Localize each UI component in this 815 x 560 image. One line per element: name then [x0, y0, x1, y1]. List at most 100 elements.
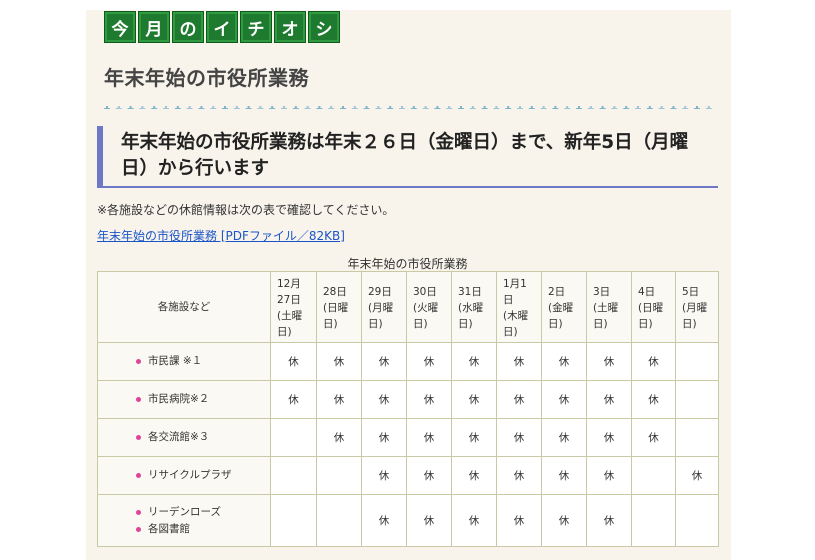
divider-sparkle-icon	[375, 106, 382, 109]
facility-name: リーデンローズ	[148, 505, 221, 518]
bullet-icon	[136, 473, 141, 478]
divider-sparkle-icon	[245, 106, 252, 109]
bullet-icon	[136, 359, 141, 364]
date-header-line: 5日	[682, 286, 700, 298]
closure-cell: 休	[361, 494, 407, 547]
headline-line-2: 日）から行います	[121, 158, 270, 179]
date-column-header: 29日 (月曜 日)	[361, 271, 407, 343]
facility-name: 各交流館※３	[148, 431, 210, 443]
divider-sparkle-icon	[481, 106, 488, 109]
divider-sparkle-icon	[705, 106, 712, 109]
divider-sparkle-icon	[233, 106, 240, 109]
closure-cell: 休	[496, 380, 542, 419]
bullet-icon	[136, 397, 141, 402]
date-header-line: 日)	[503, 326, 518, 338]
date-header-line: 日)	[277, 326, 292, 338]
closure-cell	[631, 494, 676, 547]
divider-sparkle-icon	[174, 106, 181, 109]
date-header-line: (水曜	[458, 302, 484, 314]
divider-sparkle-icon	[505, 106, 512, 109]
closure-cell: 休	[361, 456, 407, 495]
date-header-line: 2日	[548, 286, 566, 298]
closure-cell: 休	[451, 494, 497, 547]
closure-cell: 休	[496, 494, 542, 547]
facility-name: 市民病院※２	[148, 393, 210, 405]
banner-tile: 今	[104, 11, 136, 43]
closure-cell	[270, 494, 317, 547]
date-column-header: 3日 (土曜 日)	[586, 271, 632, 343]
date-column-header: 12月 27日 (土曜 日)	[270, 271, 317, 343]
closure-cell: 休	[675, 456, 719, 495]
divider-sparkle-icon	[694, 106, 700, 109]
facility-item: 市民病院※２	[136, 391, 269, 408]
divider-sparkle-icon	[399, 106, 405, 109]
date-header-line: 日)	[413, 318, 428, 330]
section-title: 年末年始の市役所業務	[104, 66, 309, 90]
banner-tile: チ	[240, 11, 272, 43]
date-header-line: (日曜	[323, 302, 349, 314]
decorative-divider	[103, 99, 719, 109]
facility-cell: リサイクルプラザ	[97, 456, 271, 495]
closure-cell: 休	[631, 342, 676, 381]
facility-name: 市民課 ※１	[148, 355, 203, 367]
closure-cell	[675, 380, 719, 419]
divider-sparkle-icon	[304, 106, 311, 109]
closure-cell: 休	[406, 456, 452, 495]
closure-cell: 休	[586, 342, 632, 381]
date-header-line: (月曜	[368, 302, 394, 314]
divider-sparkle-icon	[257, 106, 264, 109]
date-column-header: 4日 (日曜 日)	[631, 271, 676, 343]
divider-sparkle-icon	[458, 106, 464, 109]
date-header-line: 日)	[323, 318, 338, 330]
bullet-icon	[136, 435, 141, 440]
closure-cell: 休	[496, 342, 542, 381]
closure-cell: 休	[541, 494, 587, 547]
date-header-line: 4日	[638, 286, 656, 298]
divider-sparkle-icon	[446, 106, 453, 109]
closure-cell: 休	[316, 380, 362, 419]
divider-sparkle-icon	[528, 106, 535, 109]
date-header-line: 1月1	[503, 278, 527, 290]
closure-cell	[316, 456, 362, 495]
closure-cell: 休	[316, 418, 362, 457]
facility-item: リサイクルプラザ	[136, 467, 269, 484]
date-header-line: (日曜	[638, 302, 664, 314]
headline: 年末年始の市役所業務は年末２６日（金曜日）まで、新年5日（月曜 日）から行います	[97, 126, 718, 188]
date-column-header: 28日 (日曜 日)	[316, 271, 362, 343]
facility-cell: 各交流館※３	[97, 418, 271, 457]
closure-cell	[675, 418, 719, 457]
divider-sparkle-icon	[328, 106, 335, 109]
divider-sparkle-icon	[363, 106, 370, 109]
divider-sparkle-icon	[646, 106, 653, 109]
divider-sparkle-icon	[670, 106, 677, 109]
facility-cell: 市民課 ※１	[97, 342, 271, 381]
pdf-download-link[interactable]: 年末年始の市役所業務 [PDFファイル／82KB]	[97, 227, 345, 244]
date-header-line: (木曜	[503, 310, 529, 322]
banner-tile: イ	[206, 11, 238, 43]
date-column-header: 5日 (月曜 日)	[675, 271, 719, 343]
facility-item: 各図書館	[136, 521, 269, 538]
closure-cell: 休	[361, 418, 407, 457]
closure-cell: 休	[586, 380, 632, 419]
date-header-line: 日)	[548, 318, 563, 330]
banner-tile: シ	[308, 11, 340, 43]
facility-name: 各図書館	[148, 522, 190, 535]
closure-cell: 休	[541, 456, 587, 495]
facility-item: 各交流館※３	[136, 429, 269, 446]
date-header-line: (土曜	[593, 302, 619, 314]
divider-sparkle-icon	[340, 106, 346, 109]
divider-sparkle-icon	[517, 106, 523, 109]
divider-sparkle-icon	[316, 106, 323, 109]
closure-cell	[675, 342, 719, 381]
facility-cell: 市民病院※２	[97, 380, 271, 419]
closure-cell: 休	[451, 418, 497, 457]
date-header-line: 29日	[368, 286, 392, 298]
banner-tile: オ	[274, 11, 306, 43]
divider-sparkle-icon	[410, 106, 417, 109]
closure-cell: 休	[586, 418, 632, 457]
date-column-header: 30日 (火曜 日)	[406, 271, 452, 343]
date-header-line: 日)	[458, 318, 473, 330]
divider-sparkle-icon	[139, 106, 146, 109]
table-row: 市民病院※２ 休休休休休休休休休	[97, 380, 719, 419]
date-header-line: (火曜	[413, 302, 439, 314]
